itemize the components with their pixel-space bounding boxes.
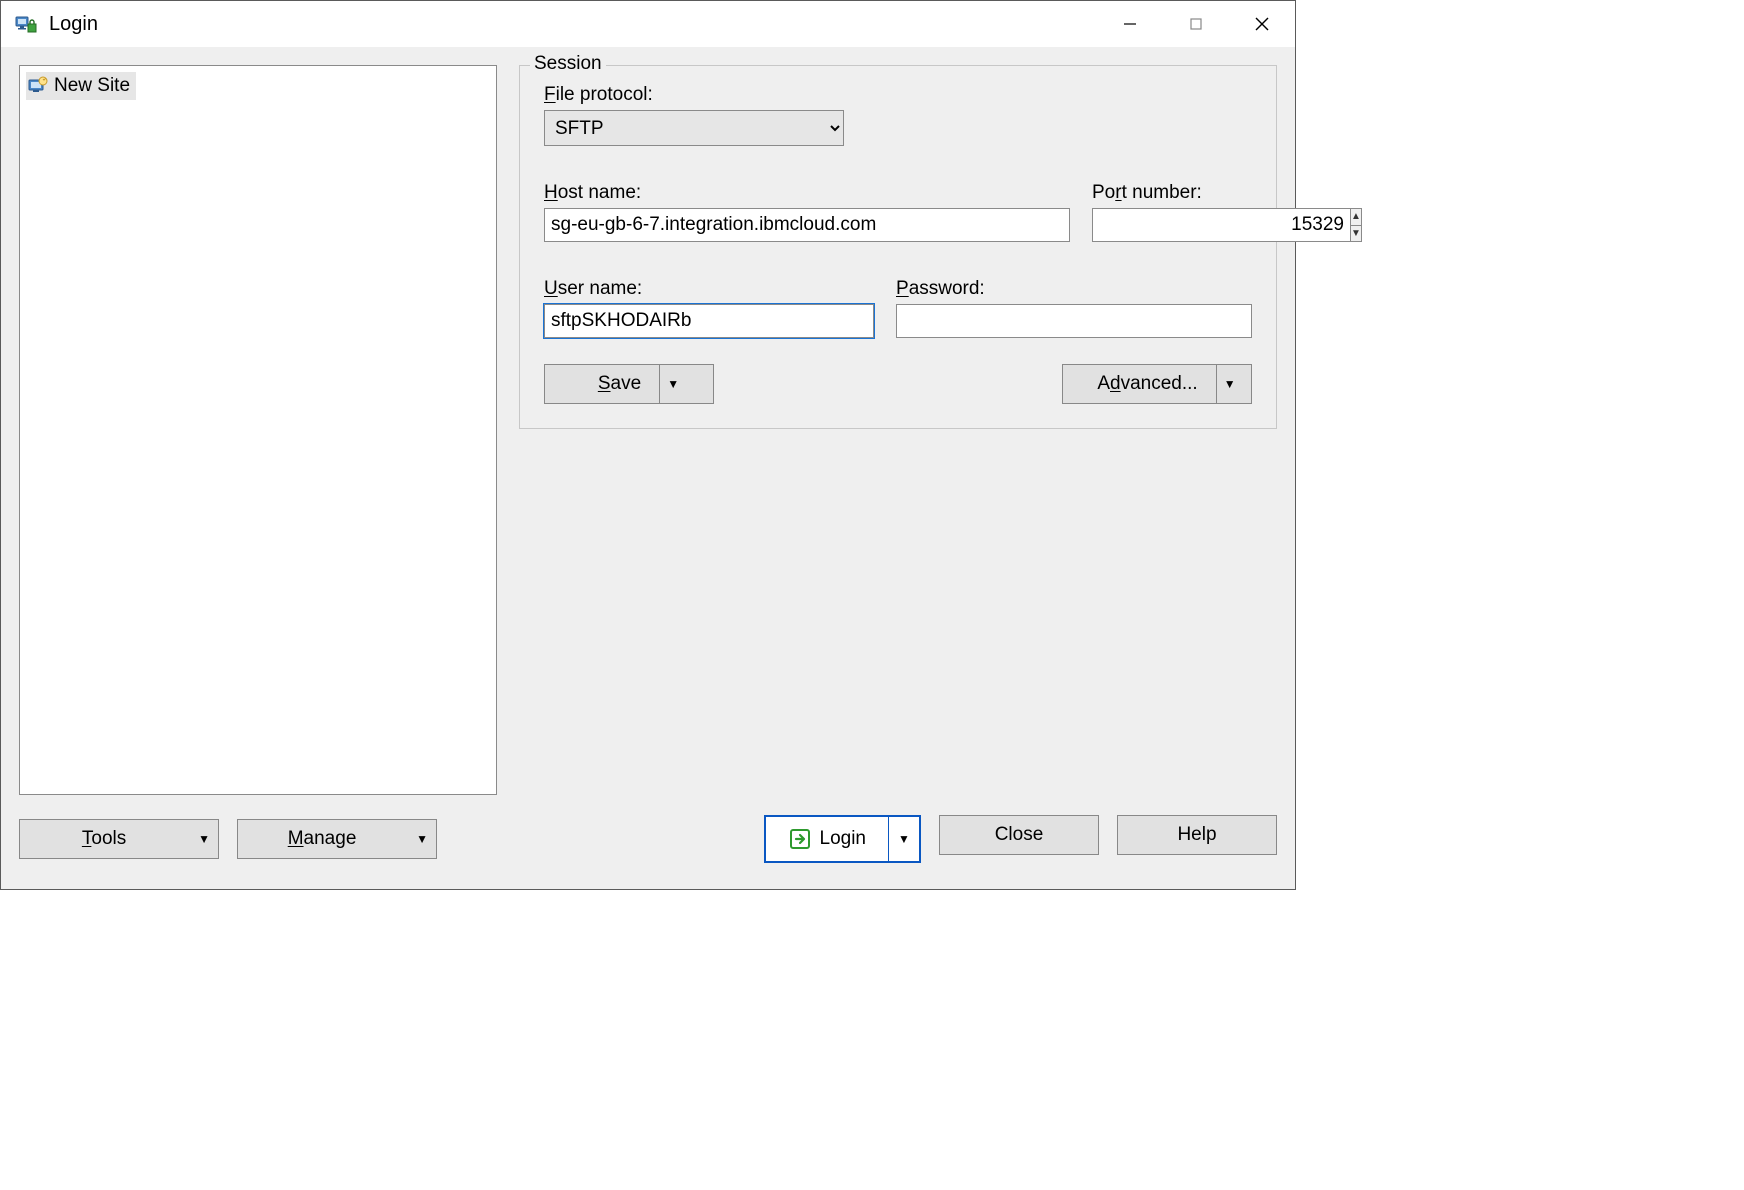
- session-legend: Session: [530, 53, 606, 75]
- chevron-down-icon: ▼: [198, 832, 210, 846]
- titlebar: Login: [1, 1, 1295, 47]
- tools-button[interactable]: Tools ▼: [19, 819, 219, 859]
- username-input[interactable]: [544, 304, 874, 338]
- client-area: New Site Session File protocol: SFTP Hos…: [1, 47, 1295, 889]
- close-button[interactable]: [1229, 1, 1295, 47]
- host-input[interactable]: [544, 208, 1070, 242]
- save-dropdown-icon[interactable]: ▼: [659, 365, 686, 403]
- session-panel: Session File protocol: SFTP Host name: P…: [519, 65, 1277, 795]
- manage-button[interactable]: Manage ▼: [237, 819, 437, 859]
- port-spinner[interactable]: ▲ ▼: [1350, 208, 1362, 242]
- password-input[interactable]: [896, 304, 1252, 338]
- port-label: Port number:: [1092, 182, 1252, 204]
- window-title: Login: [49, 13, 98, 36]
- password-label: Password:: [896, 278, 1252, 300]
- advanced-dropdown-icon[interactable]: ▼: [1216, 365, 1243, 403]
- new-site-item[interactable]: New Site: [26, 72, 136, 100]
- login-button[interactable]: Login ▼: [764, 815, 922, 863]
- port-input[interactable]: [1092, 208, 1350, 242]
- bottom-toolbar: Tools ▼ Manage ▼ Login: [19, 809, 1277, 869]
- help-button[interactable]: Help: [1117, 815, 1277, 855]
- protocol-label: File protocol:: [544, 84, 1252, 106]
- advanced-button[interactable]: Advanced... ▼: [1062, 364, 1252, 404]
- login-window: Login New Site: [0, 0, 1296, 890]
- save-button[interactable]: Save ▼: [544, 364, 714, 404]
- login-dropdown-icon[interactable]: ▼: [888, 817, 919, 861]
- session-fieldset: Session File protocol: SFTP Host name: P…: [519, 65, 1277, 429]
- close-dialog-button[interactable]: Close: [939, 815, 1099, 855]
- host-label: Host name:: [544, 182, 1070, 204]
- sites-tree[interactable]: New Site: [19, 65, 497, 795]
- new-site-label: New Site: [54, 75, 130, 97]
- login-button-label: Login: [820, 828, 867, 850]
- protocol-select[interactable]: SFTP: [544, 110, 844, 146]
- monitor-new-icon: [28, 76, 48, 96]
- spin-up-icon[interactable]: ▲: [1351, 209, 1361, 226]
- login-icon: [788, 827, 812, 851]
- username-label: User name:: [544, 278, 874, 300]
- spin-down-icon[interactable]: ▼: [1351, 226, 1361, 242]
- minimize-button[interactable]: [1097, 1, 1163, 47]
- app-icon: [15, 12, 39, 36]
- chevron-down-icon: ▼: [416, 832, 428, 846]
- maximize-button[interactable]: [1163, 1, 1229, 47]
